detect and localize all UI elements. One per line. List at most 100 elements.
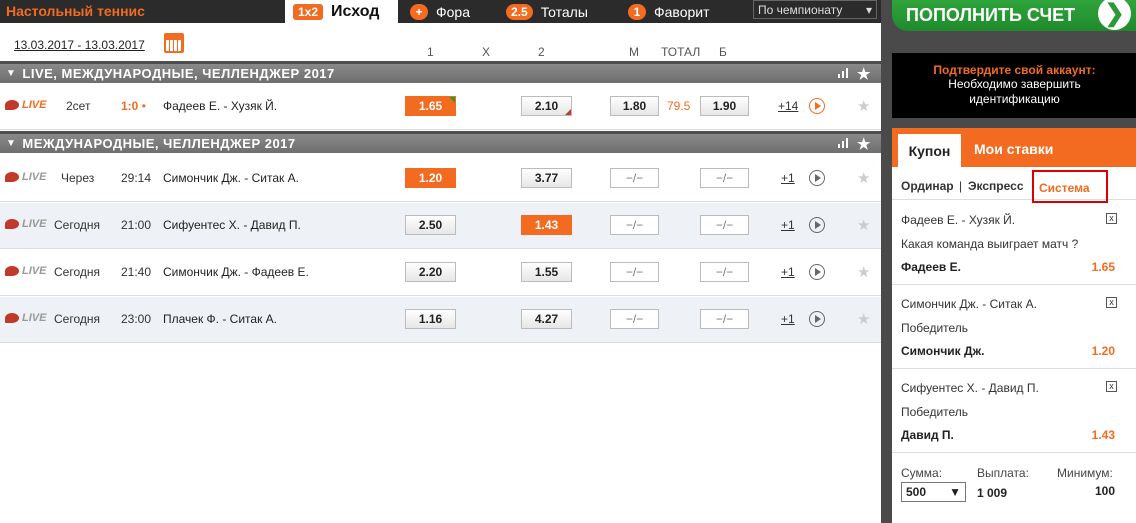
odd-2-button[interactable]: 3.77 (521, 168, 572, 188)
bet-type-express[interactable]: Экспресс (968, 179, 1024, 193)
tab-handicap[interactable]: + Фора (410, 0, 470, 23)
stake-select[interactable]: 500 ▼ (901, 482, 966, 502)
live-fire-icon (5, 172, 19, 182)
confirm-text: идентификацию (969, 92, 1060, 106)
odd-1-button[interactable]: 2.50 (405, 215, 456, 235)
odd-1-button[interactable]: 1.16 (405, 309, 456, 329)
star-icon[interactable]: ★ (857, 216, 870, 234)
odd-1-button[interactable]: 2.20 (405, 262, 456, 282)
slip-market: Победитель (901, 405, 969, 419)
odd-under-button[interactable]: −/− (610, 215, 659, 235)
stats-icon[interactable] (838, 138, 849, 148)
event-row: LIVE 2сет 1:0 • Фадеев Е. - Хузяк Й. 1.6… (0, 84, 881, 130)
tab-badge: 2.5 (506, 3, 533, 20)
odd-over-button[interactable]: −/− (700, 262, 749, 282)
date-range-link[interactable]: 13.03.2017 - 13.03.2017 (14, 38, 145, 52)
star-icon[interactable]: ★ (857, 310, 870, 328)
event-teams[interactable]: Плачек Ф. - Ситак А. (163, 312, 277, 326)
event-teams[interactable]: Сифуентес Х. - Давид П. (163, 218, 301, 232)
odd-2-button[interactable]: 2.10 (521, 96, 572, 116)
section-header-prematch[interactable]: ▼ МЕЖДУНАРОДНЫЕ, ЧЕЛЛЕНДЖЕР 2017 ★ (0, 131, 881, 153)
sport-title: Настольный теннис (6, 3, 145, 19)
odd-under-button[interactable]: −/− (610, 168, 659, 188)
play-icon[interactable] (809, 217, 825, 233)
odd-2-button[interactable]: 4.27 (521, 309, 572, 329)
star-icon[interactable]: ★ (857, 135, 871, 153)
bet-type-single[interactable]: Ординар (901, 179, 954, 193)
odd-under-button[interactable]: −/− (610, 262, 659, 282)
column-b: Б (719, 45, 727, 59)
event-row: LIVE Сегодня 21:00 Сифуентес Х. - Давид … (0, 203, 881, 249)
stats-icon[interactable] (836, 267, 847, 277)
bet-coupon: Купон Мои ставки Ординар | Экспресс Сист… (892, 128, 1136, 523)
live-label: LIVE (22, 218, 47, 230)
topup-button[interactable]: ПОПОЛНИТЬ СЧЕТ ❯ (892, 0, 1136, 31)
events-panel: Настольный теннис 1x2 Исход + Фора 2.5 Т… (0, 0, 881, 523)
minimum-value: 100 (1095, 484, 1116, 498)
play-icon[interactable] (809, 170, 825, 186)
more-markets-link[interactable]: +1 (781, 171, 795, 185)
stats-icon[interactable] (836, 173, 847, 183)
play-icon[interactable] (809, 98, 825, 114)
section-title: LIVE, МЕЖДУНАРОДНЫЕ, ЧЕЛЛЕНДЖЕР 2017 (22, 66, 335, 81)
odd-2-button[interactable]: 1.43 (521, 215, 572, 235)
chevron-down-icon[interactable]: ▼ (6, 68, 16, 79)
play-icon[interactable] (809, 264, 825, 280)
odd-value: 2.10 (534, 99, 559, 113)
stats-icon[interactable] (836, 101, 847, 111)
tab-outcome[interactable]: 1x2 Исход (285, 0, 398, 23)
slip-odd: 1.65 (1091, 260, 1115, 274)
odd-under-button[interactable]: 1.80 (610, 96, 659, 116)
chevron-down-icon[interactable]: ▼ (6, 138, 16, 149)
odd-under-button[interactable]: −/− (610, 309, 659, 329)
odd-2-button[interactable]: 1.55 (521, 262, 572, 282)
close-icon[interactable]: x (1106, 381, 1117, 392)
more-markets-link[interactable]: +1 (781, 312, 795, 326)
slip-odd: 1.43 (1091, 428, 1115, 442)
odd-over-button[interactable]: −/− (700, 215, 749, 235)
odd-1-button[interactable]: 1.20 (405, 168, 456, 188)
stats-icon[interactable] (838, 68, 849, 78)
section-header-live[interactable]: ▼ LIVE, МЕЖДУНАРОДНЫЕ, ЧЕЛЛЕНДЖЕР 2017 ★ (0, 61, 881, 83)
event-row: LIVE Сегодня 23:00 Плачек Ф. - Ситак А. … (0, 297, 881, 343)
odd-1-button[interactable]: 1.65 (405, 96, 456, 116)
more-markets-link[interactable]: +1 (781, 218, 795, 232)
odd-over-button[interactable]: 1.90 (700, 96, 749, 116)
confirm-text: Необходимо завершить (948, 77, 1081, 91)
event-teams[interactable]: Фадеев Е. - Хузяк Й. (163, 99, 277, 113)
tab-favorite[interactable]: 1 Фаворит (628, 0, 710, 23)
odd-over-button[interactable]: −/− (700, 309, 749, 329)
live-fire-icon (5, 266, 19, 276)
star-icon[interactable]: ★ (857, 97, 870, 115)
event-teams[interactable]: Симончик Дж. - Фадеев Е. (163, 265, 309, 279)
event-state: Через (61, 171, 95, 185)
odd-value: 1.65 (418, 99, 443, 113)
odd-over-button[interactable]: −/− (700, 168, 749, 188)
tab-my-bets[interactable]: Мои ставки (974, 141, 1053, 157)
more-markets-link[interactable]: +14 (778, 99, 798, 113)
total-value: 79.5 (667, 99, 691, 113)
calendar-icon[interactable] (164, 33, 184, 53)
stats-icon[interactable] (836, 314, 847, 324)
tab-totals[interactable]: 2.5 Тоталы (506, 0, 588, 23)
stats-icon[interactable] (836, 220, 847, 230)
event-time: 21:00 (121, 218, 152, 232)
championship-select[interactable]: По чемпионату ▾ (753, 0, 877, 19)
star-icon[interactable]: ★ (857, 263, 870, 281)
slip-match: Сифуентес Х. - Давид П. (901, 381, 1039, 395)
play-icon[interactable] (809, 311, 825, 327)
close-icon[interactable]: x (1106, 213, 1117, 224)
more-markets-link[interactable]: +1 (781, 265, 795, 279)
event-row: LIVE Через 29:14 Симончик Дж. - Ситак А.… (0, 156, 881, 202)
tab-coupon[interactable]: Купон (898, 134, 961, 167)
coupon-slip: Сифуентес Х. - Давид П. x Победитель Дав… (892, 369, 1136, 453)
star-icon[interactable]: ★ (857, 65, 871, 83)
star-icon[interactable]: ★ (857, 169, 870, 187)
account-confirm-banner[interactable]: Подтвердите свой аккаунт: Необходимо зав… (892, 53, 1136, 118)
bet-type-system[interactable]: Система (1032, 170, 1108, 203)
slip-market: Какая команда выиграет матч ? (901, 237, 1079, 251)
chevron-right-icon[interactable]: ❯ (1098, 0, 1131, 30)
event-teams[interactable]: Симончик Дж. - Ситак А. (163, 171, 299, 185)
chevron-down-icon: ▼ (949, 485, 961, 499)
close-icon[interactable]: x (1106, 297, 1117, 308)
